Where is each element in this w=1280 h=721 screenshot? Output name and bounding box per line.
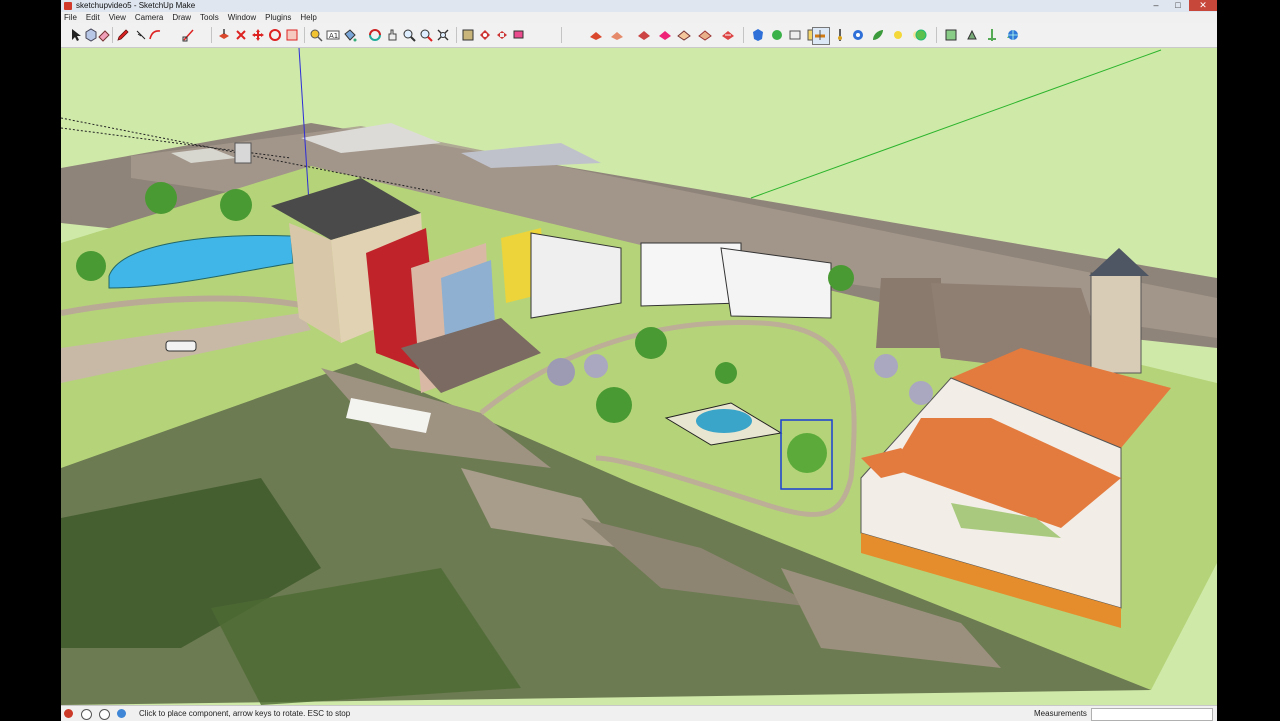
maximize-button[interactable]: □	[1167, 0, 1189, 11]
rectangle-icon[interactable]	[182, 28, 196, 42]
follow-me-icon[interactable]	[234, 28, 248, 42]
toolbar-separator	[304, 27, 305, 43]
model-viewport[interactable]	[61, 48, 1217, 705]
component-icon[interactable]	[84, 28, 98, 42]
menu-window[interactable]: Window	[228, 12, 256, 23]
arc-icon[interactable]	[148, 28, 162, 42]
pencil-icon[interactable]	[116, 28, 130, 42]
sandbox-flip-edge-icon[interactable]	[677, 28, 691, 42]
toolbar-separator	[561, 27, 562, 43]
sandbox-contours-icon[interactable]	[698, 28, 712, 42]
terrain-icon[interactable]	[770, 28, 784, 42]
move-icon[interactable]	[251, 28, 265, 42]
eraser-icon[interactable]	[97, 28, 111, 42]
fog-icon[interactable]	[871, 28, 885, 42]
select-icon[interactable]	[69, 28, 83, 42]
toolbar-separator	[211, 27, 212, 43]
instructor-icon[interactable]	[99, 709, 110, 720]
menu-draw[interactable]: Draw	[172, 12, 191, 23]
3d-scene[interactable]	[61, 48, 1217, 705]
toolbar-separator	[743, 27, 744, 43]
extension-warehouse-icon[interactable]	[985, 28, 999, 42]
toolbar-separator	[112, 27, 113, 43]
window-title: sketchupvideo5 - SketchUp Make	[76, 1, 196, 10]
tape-measure-icon[interactable]	[309, 28, 323, 42]
menu-plugins[interactable]: Plugins	[265, 12, 291, 23]
menu-file[interactable]: File	[64, 12, 77, 23]
menu-camera[interactable]: Camera	[135, 12, 163, 23]
geolocate-icon[interactable]	[751, 28, 765, 42]
measurements-label: Measurements	[1034, 709, 1087, 718]
shadows-icon[interactable]	[851, 28, 865, 42]
tower	[1090, 272, 1142, 374]
credits-icon[interactable]	[81, 709, 92, 720]
orbit-icon[interactable]	[368, 28, 382, 42]
menu-help[interactable]: Help	[300, 12, 316, 23]
right-letterbox	[1217, 0, 1280, 720]
section-cuts-icon[interactable]	[833, 28, 847, 42]
help-icon[interactable]	[117, 709, 126, 718]
app-window: sketchupvideo5 - SketchUp Make – □ ✕ Fil…	[61, 0, 1217, 721]
rotate-icon[interactable]	[268, 28, 282, 42]
menu-edit[interactable]: Edit	[86, 12, 100, 23]
sandbox-smoove-icon[interactable]	[589, 28, 603, 42]
toolbar-separator	[936, 27, 937, 43]
pan-icon[interactable]	[385, 28, 399, 42]
styles-icon[interactable]	[495, 28, 509, 42]
toolbar-separator	[456, 27, 457, 43]
menu-bar: File Edit View Camera Draw Tools Window …	[61, 12, 1217, 23]
menu-view[interactable]: View	[109, 12, 126, 23]
paint-bucket-icon[interactable]	[343, 28, 357, 42]
earth-icon[interactable]	[914, 28, 928, 42]
text-icon[interactable]: A1	[326, 28, 340, 42]
svg-text:A1: A1	[329, 32, 338, 40]
zoom-extents-icon[interactable]	[436, 28, 450, 42]
sun-icon[interactable]	[891, 28, 905, 42]
geolocation-status-icon[interactable]	[64, 709, 73, 718]
close-button[interactable]: ✕	[1189, 0, 1217, 11]
sandbox-add-detail-icon[interactable]	[658, 28, 672, 42]
components-icon[interactable]	[478, 28, 492, 42]
photo-textures-icon[interactable]	[788, 28, 802, 42]
sandbox-drape-icon[interactable]	[637, 28, 651, 42]
car	[165, 340, 197, 352]
menu-tools[interactable]: Tools	[200, 12, 219, 23]
section-plane-icon[interactable]	[812, 27, 830, 45]
measurements-input[interactable]	[1091, 708, 1213, 721]
status-hint: Click to place component, arrow keys to …	[139, 709, 351, 718]
left-letterbox	[0, 0, 61, 720]
water-tower	[234, 142, 252, 164]
minimize-button[interactable]: –	[1145, 0, 1167, 11]
zoom-icon[interactable]	[402, 28, 416, 42]
fountain-water	[696, 409, 752, 433]
push-pull-icon[interactable]	[217, 28, 231, 42]
barn	[876, 278, 941, 348]
zoom-window-icon[interactable]	[419, 28, 433, 42]
layers-icon[interactable]	[512, 28, 526, 42]
status-bar: Click to place component, arrow keys to …	[61, 705, 1217, 721]
share-model-icon[interactable]	[965, 28, 979, 42]
warehouse-icon[interactable]	[461, 28, 475, 42]
get-models-icon[interactable]	[944, 28, 958, 42]
main-toolbar: A1	[61, 23, 1217, 48]
scale-icon[interactable]	[285, 28, 299, 42]
help-globe-icon[interactable]	[1006, 28, 1020, 42]
townhouses-1	[530, 232, 622, 319]
sandbox-scratch-icon[interactable]	[721, 28, 735, 42]
line-icon	[134, 28, 148, 42]
sandbox-stamp-icon[interactable]	[610, 28, 624, 42]
sketchup-logo-icon	[64, 2, 72, 10]
